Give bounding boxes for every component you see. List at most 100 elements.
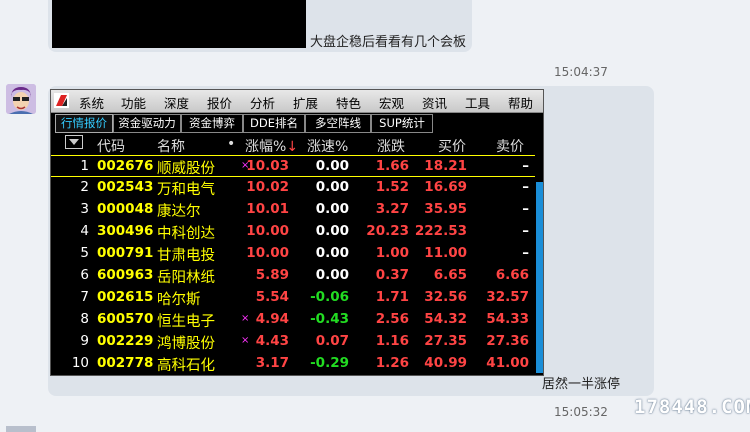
change-pct: 5.54 <box>255 289 289 305</box>
menu-item-extend[interactable]: 扩展 <box>293 93 318 112</box>
menu-item-help[interactable]: 帮助 <box>508 93 533 112</box>
table-row[interactable]: 2 002543 万和电气 10.02 0.00 1.52 16.69 – <box>51 177 535 199</box>
row-index: 9 <box>80 333 89 349</box>
stock-name: 中科创达 <box>157 226 215 242</box>
speed-pct: -0.43 <box>310 311 349 327</box>
stock-code: 300496 <box>97 223 154 239</box>
stock-code: 002229 <box>97 333 154 349</box>
tab-bar: 行情报价 资金驱动力 资金博弈 DDE排名 多空阵线 SUP统计 <box>55 113 539 133</box>
stock-name: 鸿博股份 <box>157 336 215 352</box>
table-row[interactable]: 9 002229 鸿博股份 × 4.43 0.07 1.16 27.35 27.36 <box>51 331 535 353</box>
col-header-speed[interactable]: 涨速% <box>307 136 348 156</box>
change-pct: 5.89 <box>255 267 289 283</box>
menu-item-function[interactable]: 功能 <box>121 93 146 112</box>
change-value: 3.27 <box>375 201 409 217</box>
table-row[interactable]: 10 002778 高科石化 3.17 -0.29 1.26 40.99 41.00 <box>51 353 535 375</box>
ask-price: – <box>522 223 529 239</box>
message-image-1[interactable] <box>52 0 306 48</box>
bid-price: 40.99 <box>424 355 467 371</box>
menu-item-depth[interactable]: 深度 <box>164 93 189 112</box>
row-index: 10 <box>71 355 89 371</box>
tab-dde-rank[interactable]: DDE排名 <box>243 114 305 133</box>
row-index: 1 <box>80 158 89 174</box>
col-header-name[interactable]: 名称 <box>157 136 185 156</box>
table-row[interactable]: 4 300496 中科创达 10.00 0.00 20.23 222.53 – <box>51 221 535 243</box>
timestamp-2: 15:05:32 <box>554 405 608 419</box>
speed-pct: -0.29 <box>310 355 349 371</box>
stock-name: 康达尔 <box>157 204 201 220</box>
app-logo-icon <box>54 93 69 108</box>
timestamp-1: 15:04:37 <box>554 65 608 79</box>
menu-item-analysis[interactable]: 分析 <box>250 93 275 112</box>
flag-mark: × <box>241 313 250 324</box>
change-pct: 10.03 <box>246 158 289 174</box>
col-header-code[interactable]: 代码 <box>97 136 125 156</box>
change-pct: 4.43 <box>255 333 289 349</box>
bid-price: 222.53 <box>414 223 467 239</box>
change-value: 1.26 <box>375 355 409 371</box>
menu-bar: 系统 功能 深度 报价 分析 扩展 特色 宏观 资讯 工具 帮助 <box>51 90 543 113</box>
stock-code: 002778 <box>97 355 154 371</box>
menu-item-features[interactable]: 特色 <box>336 93 361 112</box>
bid-price: 11.00 <box>424 245 467 261</box>
menu-item-tools[interactable]: 工具 <box>465 93 490 112</box>
col-header-change[interactable]: 涨跌 <box>377 136 405 156</box>
tab-market-quote[interactable]: 行情报价 <box>55 114 113 133</box>
bid-price: 16.69 <box>424 179 467 195</box>
stock-name: 恒生电子 <box>157 314 215 330</box>
table-row[interactable]: 7 002615 哈尔斯 5.54 -0.06 1.71 32.56 32.57 <box>51 287 535 309</box>
table-row[interactable]: 6 600963 岳阳林纸 5.89 0.00 0.37 6.65 6.66 <box>51 265 535 287</box>
menu-item-system[interactable]: 系统 <box>79 93 104 112</box>
menu-item-quote[interactable]: 报价 <box>207 93 232 112</box>
change-pct: 10.01 <box>246 201 289 217</box>
stock-quote-window[interactable]: 系统 功能 深度 报价 分析 扩展 特色 宏观 资讯 工具 帮助 行情报价 资金… <box>50 89 544 376</box>
avatar[interactable] <box>6 84 36 114</box>
col-header-bid[interactable]: 买价 <box>438 136 466 156</box>
stock-name: 高科石化 <box>157 358 215 374</box>
avatar-face-icon <box>6 84 36 114</box>
stock-code: 000791 <box>97 245 154 261</box>
change-value: 1.00 <box>375 245 409 261</box>
col-header-change-pct[interactable]: 涨幅%↓ <box>245 136 298 156</box>
watermark: 178448.COM <box>634 396 750 418</box>
stock-name: 甘肃电投 <box>157 248 215 264</box>
next-avatar <box>6 426 36 432</box>
change-value: 2.56 <box>375 311 409 327</box>
menu-item-news[interactable]: 资讯 <box>422 93 447 112</box>
flag-mark: × <box>241 335 250 346</box>
menu-item-macro[interactable]: 宏观 <box>379 93 404 112</box>
stock-code: 600570 <box>97 311 154 327</box>
stock-name: 岳阳林纸 <box>157 270 215 286</box>
stock-code: 002676 <box>97 158 154 174</box>
ask-price: 41.00 <box>486 355 529 371</box>
ask-price: – <box>522 201 529 217</box>
ask-price: – <box>522 245 529 261</box>
speed-pct: 0.00 <box>315 201 349 217</box>
stock-name: 万和电气 <box>157 182 215 198</box>
ask-price: – <box>522 158 529 174</box>
tab-sup-stats[interactable]: SUP统计 <box>371 114 433 133</box>
stock-code: 600963 <box>97 267 154 283</box>
scrollbar[interactable] <box>536 182 543 373</box>
tab-long-short[interactable]: 多空阵线 <box>305 114 371 133</box>
ask-price: 27.36 <box>486 333 529 349</box>
speed-pct: 0.00 <box>315 245 349 261</box>
bid-price: 27.35 <box>424 333 467 349</box>
change-pct: 10.00 <box>246 223 289 239</box>
table-row[interactable]: 1 002676 顺威股份 × 10.03 0.00 1.66 18.21– <box>51 155 535 177</box>
ask-price: – <box>522 179 529 195</box>
table-row[interactable]: 5 000791 甘肃电投 10.00 0.00 1.00 11.00 – <box>51 243 535 265</box>
change-value: 20.23 <box>366 223 409 239</box>
sort-dropdown-icon[interactable] <box>65 135 83 149</box>
ask-price: 54.33 <box>486 311 529 327</box>
table-row[interactable]: 3 000048 康达尔 10.01 0.00 3.27 35.95 – <box>51 199 535 221</box>
speed-pct: 0.00 <box>315 267 349 283</box>
ask-price: 32.57 <box>486 289 529 305</box>
speed-pct: -0.06 <box>310 289 349 305</box>
table-row[interactable]: 8 600570 恒生电子 × 4.94 -0.43 2.56 54.32 54.33 <box>51 309 535 331</box>
ask-price: 6.66 <box>495 267 529 283</box>
tab-fund-game[interactable]: 资金博弈 <box>181 114 243 133</box>
speed-pct: 0.07 <box>315 333 349 349</box>
col-header-ask[interactable]: 卖价 <box>496 136 524 156</box>
tab-fund-drive[interactable]: 资金驱动力 <box>113 114 181 133</box>
